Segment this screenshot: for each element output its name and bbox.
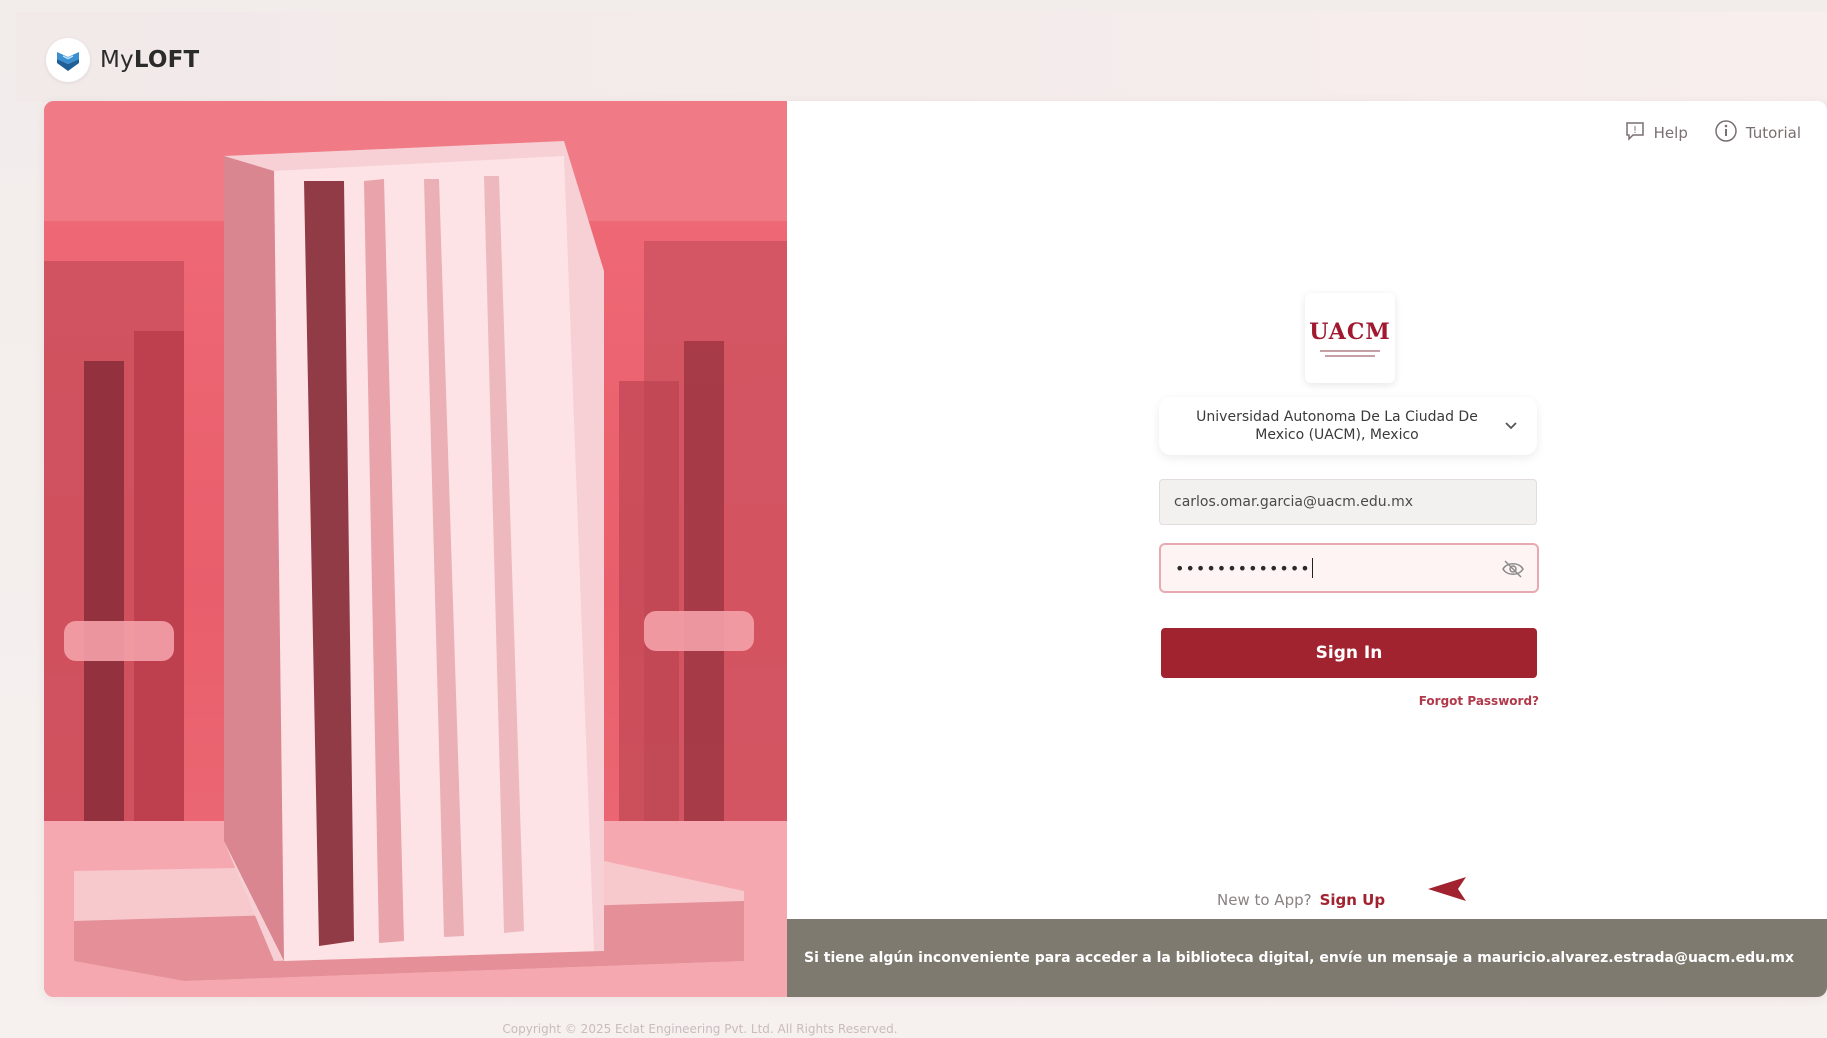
email-value: carlos.omar.garcia@uacm.edu.mx (1174, 494, 1413, 510)
eye-off-icon[interactable] (1501, 558, 1525, 584)
tutorial-link[interactable]: Tutorial (1714, 119, 1801, 147)
help-link[interactable]: ! Help (1624, 120, 1688, 146)
institution-logo-text: UACM (1309, 319, 1391, 345)
help-icon: ! (1624, 120, 1646, 146)
brand[interactable]: MyLOFT (46, 38, 199, 82)
svg-text:!: ! (1633, 125, 1637, 136)
institution-selected: Universidad Autonoma De La Ciudad De Mex… (1196, 409, 1478, 443)
institution-logo: UACM (1305, 293, 1395, 383)
password-field[interactable]: ••••••••••••• (1159, 543, 1539, 593)
hero-image (44, 101, 787, 997)
new-to-app-text: New to App? (1217, 891, 1312, 909)
support-notice-text: Si tiene algún inconveniente para accede… (804, 950, 1795, 966)
tutorial-label: Tutorial (1745, 124, 1801, 142)
info-icon (1714, 119, 1738, 147)
copyright: Copyright © 2025 Eclat Engineering Pvt. … (502, 1022, 898, 1036)
password-value: ••••••••••••• (1175, 558, 1311, 578)
logo-subline (1325, 355, 1375, 357)
text-caret (1311, 558, 1313, 578)
brand-name: MyLOFT (100, 47, 200, 73)
sign-in-button[interactable]: Sign In (1161, 628, 1537, 678)
help-label: Help (1653, 124, 1688, 142)
sign-up-link[interactable]: Sign Up (1320, 891, 1386, 909)
header-links: ! Help Tutorial (1624, 119, 1801, 147)
support-notice: Si tiene algún inconveniente para accede… (787, 919, 1827, 997)
logo-subline (1320, 350, 1380, 352)
annotation-arrow (1428, 877, 1827, 901)
top-bar (16, 12, 1827, 102)
signup-row: New to App? Sign Up (1217, 891, 1385, 909)
login-card: ! Help Tutorial UACM Universidad Autonom… (44, 101, 1827, 997)
institution-select[interactable]: Universidad Autonoma De La Ciudad De Mex… (1159, 397, 1537, 455)
forgot-password-link[interactable]: Forgot Password? (1387, 694, 1539, 708)
email-field[interactable]: carlos.omar.garcia@uacm.edu.mx (1159, 479, 1537, 525)
shield-book-icon (46, 38, 90, 82)
login-panel: ! Help Tutorial UACM Universidad Autonom… (787, 101, 1827, 997)
chevron-down-icon (1503, 417, 1519, 437)
login-page: MyLOFT ! Help Tutorial UACM Universidad … (0, 0, 1827, 1038)
